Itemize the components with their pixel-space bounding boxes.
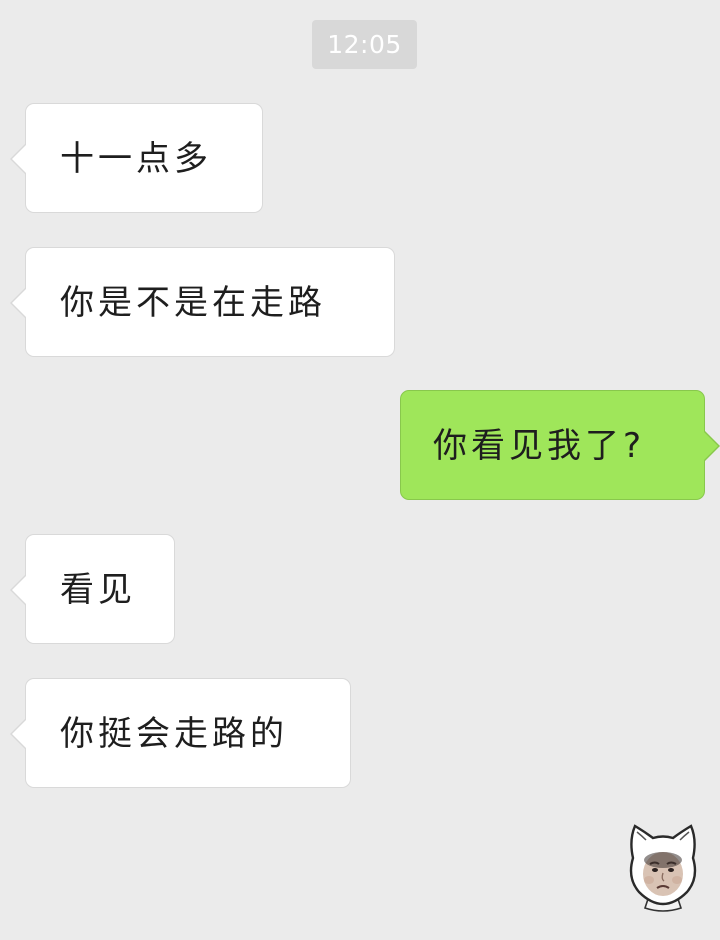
- chat-window: 12:05 十一点多 你是不是在走路 你看见我了? 看见 你挺会走路的: [0, 0, 720, 940]
- message-text: 你是不是在走路: [60, 283, 326, 323]
- bubble-tail: [12, 720, 26, 748]
- sad-cat-face-sticker-icon[interactable]: [615, 818, 711, 914]
- incoming-message-bubble[interactable]: 你是不是在走路: [10, 247, 395, 357]
- bubble-tail: [704, 432, 718, 460]
- bubble-tail: [12, 289, 26, 317]
- incoming-message-bubble[interactable]: 十一点多: [10, 103, 263, 213]
- timestamp-label: 12:05: [312, 20, 417, 69]
- bubble-tail: [12, 576, 26, 604]
- message-text: 你看见我了?: [433, 426, 646, 466]
- bubble-tail: [12, 145, 26, 173]
- message-text: 你挺会走路的: [60, 714, 288, 754]
- incoming-message-bubble[interactable]: 你挺会走路的: [10, 678, 351, 788]
- incoming-message-bubble[interactable]: 看见: [10, 534, 175, 644]
- message-text: 十一点多: [60, 139, 212, 179]
- sticker-drawing: [629, 824, 697, 912]
- outgoing-message-bubble[interactable]: 你看见我了?: [400, 390, 720, 500]
- message-text: 看见: [60, 570, 136, 610]
